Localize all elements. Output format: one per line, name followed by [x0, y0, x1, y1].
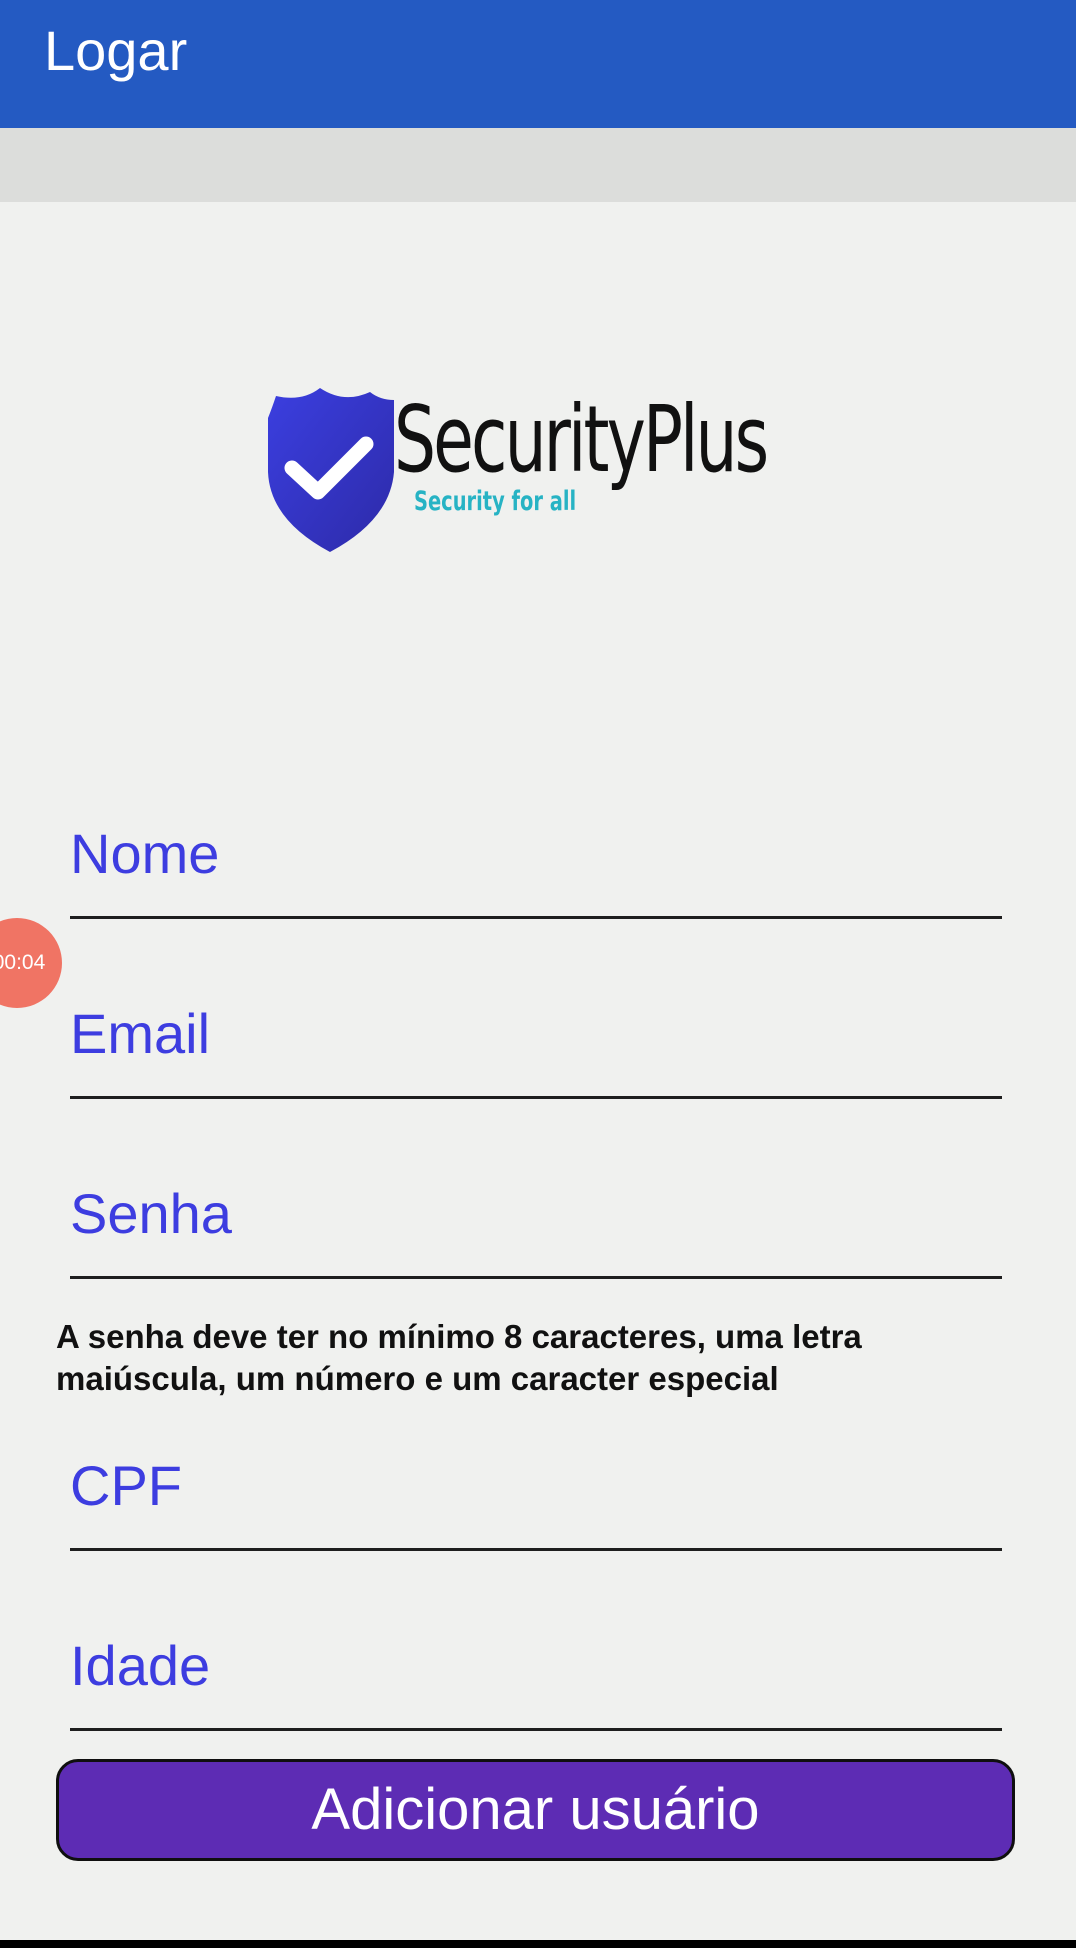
recording-timer-badge[interactable]: 00:04 [0, 918, 62, 1008]
app-bar: Logar [0, 0, 1076, 128]
cpf-field[interactable] [70, 1453, 1002, 1551]
add-user-button[interactable]: Adicionar usuário [56, 1759, 1015, 1861]
cpf-input[interactable] [70, 1453, 1002, 1518]
email-field[interactable] [70, 1001, 1002, 1099]
sub-bar [0, 128, 1076, 202]
logo-name: SecurityPlus [394, 386, 769, 493]
bottom-bar [0, 1940, 1076, 1948]
logo: SecurityPlus Security for all [262, 388, 822, 558]
password-hint: A senha deve ter no mínimo 8 caracteres,… [56, 1318, 862, 1397]
idade-field[interactable] [70, 1633, 1002, 1731]
logo-tagline: Security for all [414, 486, 577, 517]
email-input[interactable] [70, 1001, 1002, 1066]
nome-input[interactable] [70, 821, 1002, 886]
senha-input[interactable] [70, 1181, 1002, 1246]
idade-input[interactable] [70, 1633, 1002, 1698]
nome-field[interactable] [70, 821, 1002, 919]
senha-field[interactable] [70, 1181, 1002, 1279]
shield-check-icon [268, 388, 394, 552]
app-bar-title: Logar [44, 19, 188, 82]
